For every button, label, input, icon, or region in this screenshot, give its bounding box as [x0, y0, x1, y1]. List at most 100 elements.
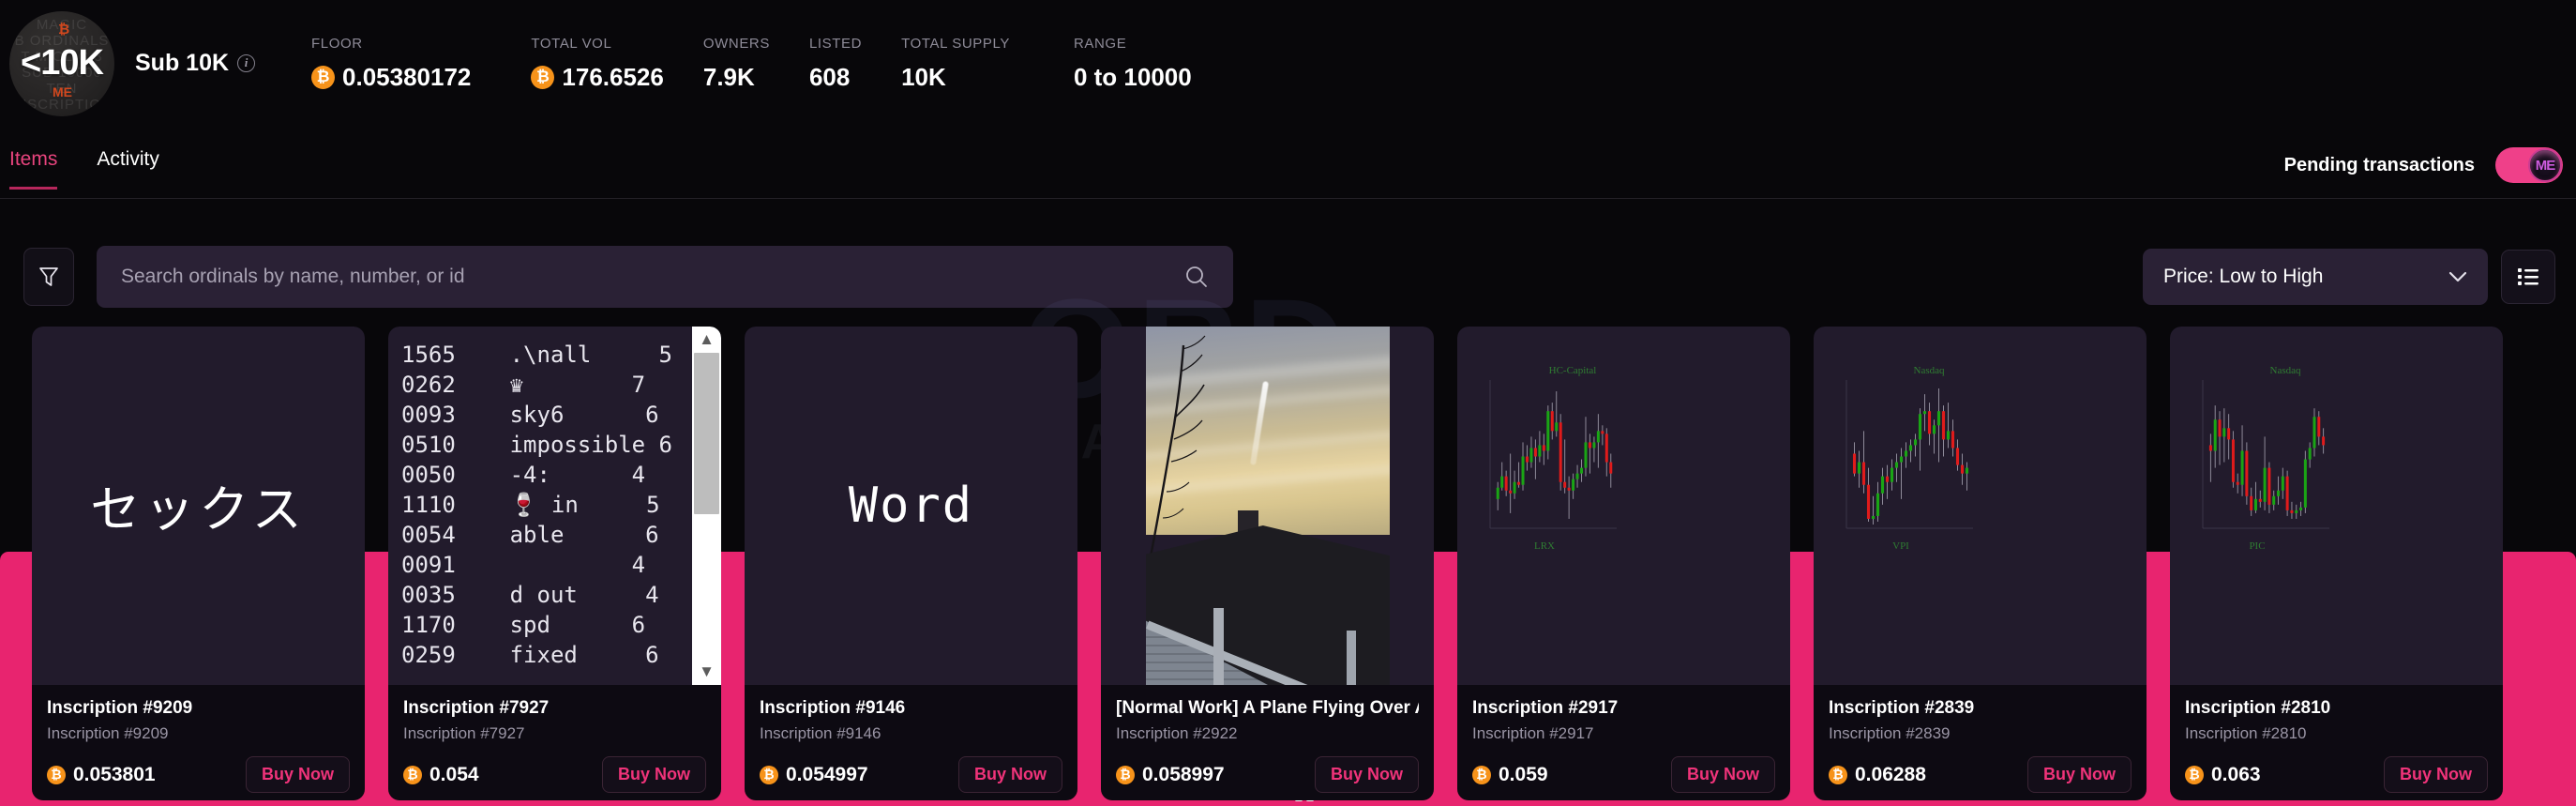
tab-items[interactable]: Items: [9, 131, 58, 190]
inscription-text: Word: [848, 478, 974, 534]
card-media: Nasdaq PIC: [2170, 327, 2503, 685]
buy-now-button[interactable]: Buy Now: [601, 756, 706, 793]
toggle-knob: ME: [2528, 148, 2562, 182]
item-grid: セックス Inscription #9209 Inscription #9209…: [0, 327, 2576, 806]
magic-eden-logo-icon: ME: [2535, 157, 2555, 174]
card-info: Inscription #7927 Inscription #7927 ₿ 0.…: [388, 685, 721, 800]
candlestick-chart: Nasdaq PIC: [2202, 365, 2329, 552]
card-media: セックス: [32, 327, 365, 685]
search-input[interactable]: [121, 266, 1184, 288]
tab-bar: Items Activity Pending transactions ME: [0, 131, 2576, 199]
stat-total-supply: TOTAL SUPPLY 10K: [901, 36, 1010, 92]
buy-now-button[interactable]: Buy Now: [1670, 756, 1775, 793]
stat-value: ₿ 0.05380172: [311, 63, 471, 92]
card-subtitle: Inscription #2839: [1829, 724, 1951, 742]
svg-text:Nasdaq: Nasdaq: [1914, 365, 1945, 376]
svg-text:HC-Capital: HC-Capital: [1549, 365, 1597, 376]
price-value: 0.054: [429, 763, 479, 785]
stat-number: 176.6526: [562, 62, 664, 91]
price-value: 0.053801: [73, 763, 156, 785]
list-view-button[interactable]: [2501, 250, 2555, 304]
card-info: [Normal Work] A Plane Flying Over A Insc…: [1101, 685, 1434, 800]
sort-dropdown[interactable]: Price: Low to High: [2143, 249, 2488, 305]
scroll-up-arrow-icon[interactable]: ▲: [699, 330, 715, 349]
card-bottom: ₿ 0.063 Buy Now: [2185, 756, 2488, 793]
card-price: ₿ 0.054997: [760, 764, 868, 786]
card-info: Inscription #9146 Inscription #9146 ₿ 0.…: [745, 685, 1077, 800]
card-media: Word: [745, 327, 1077, 685]
buy-now-button[interactable]: Buy Now: [957, 756, 1062, 793]
text-document-scrollbar[interactable]: ▲ ▼: [692, 327, 721, 685]
pending-transactions-group: Pending transactions ME: [2284, 131, 2563, 183]
item-card[interactable]: Nasdaq VPI Inscription #2839 Inscription …: [1814, 327, 2147, 800]
stat-listed: LISTED 608: [809, 36, 862, 92]
chevron-down-icon: [2448, 271, 2467, 282]
card-subtitle: Inscription #2922: [1116, 724, 1238, 742]
card-info: Inscription #2917 Inscription #2917 ₿ 0.…: [1457, 685, 1790, 800]
stat-label: TOTAL SUPPLY: [901, 35, 1010, 52]
bitcoin-icon: ₿: [1829, 765, 1847, 784]
magic-eden-glyph-icon: ME: [53, 84, 72, 99]
search-box[interactable]: [97, 246, 1233, 308]
buy-now-button[interactable]: Buy Now: [245, 756, 350, 793]
search-icon[interactable]: [1184, 265, 1209, 289]
filter-funnel-icon: [39, 267, 58, 286]
toolbar: Price: Low to High: [0, 225, 2576, 806]
svg-text:PIC: PIC: [2249, 540, 2265, 552]
collection-header: MAGIC B ORDINALS T M OLIC 3 SUB 10000 TE…: [0, 0, 2576, 127]
card-price: ₿ 0.054: [403, 764, 479, 786]
svg-text:LRX: LRX: [1534, 540, 1555, 552]
avatar[interactable]: MAGIC B ORDINALS T M OLIC 3 SUB 10000 TE…: [9, 10, 114, 116]
price-value: 0.059: [1499, 763, 1548, 785]
item-card[interactable]: セックス Inscription #9209 Inscription #9209…: [32, 327, 365, 800]
card-title: Inscription #9209: [47, 698, 193, 718]
scroll-down-arrow-icon[interactable]: ▼: [699, 662, 715, 681]
photo-tree-branch-icon: [1148, 335, 1206, 561]
card-bottom: ₿ 0.059 Buy Now: [1472, 756, 1775, 793]
card-bottom: ₿ 0.06288 Buy Now: [1829, 756, 2132, 793]
buy-now-button[interactable]: Buy Now: [1314, 756, 1419, 793]
pending-transactions-toggle[interactable]: ME: [2495, 147, 2563, 183]
stat-label: LISTED: [808, 35, 863, 52]
card-title: [Normal Work] A Plane Flying Over A: [1116, 698, 1419, 718]
stat-value: 0 to 10000: [1073, 62, 1192, 91]
bitcoin-icon: ₿: [47, 765, 66, 784]
tab-activity[interactable]: Activity: [97, 131, 159, 190]
card-title: Inscription #2917: [1472, 698, 1619, 718]
item-card[interactable]: Nasdaq PIC Inscription #2810 Inscription …: [2170, 327, 2503, 800]
buy-now-button[interactable]: Buy Now: [2026, 756, 2132, 793]
bitcoin-glyph-icon: ₿: [58, 21, 70, 38]
collection-stats: FLOOR ₿ 0.05380172 TOTAL VOL ₿ 176.6526 …: [311, 36, 1192, 92]
card-subtitle: Inscription #2810: [2185, 724, 2307, 742]
toolbar-right-controls: Price: Low to High: [0, 249, 2576, 806]
card-info: Inscription #9209 Inscription #9209 ₿ 0.…: [32, 685, 365, 800]
card-price: ₿ 0.058997: [1116, 764, 1225, 786]
item-card[interactable]: HC-Capital LRX Inscription #2917 Inscript…: [1457, 327, 1790, 800]
item-card[interactable]: [Normal Work] A Plane Flying Over A Insc…: [1101, 327, 1434, 800]
sort-selected-value: Price: Low to High: [2163, 266, 2324, 287]
item-card[interactable]: Word Inscription #9146 Inscription #9146…: [745, 327, 1077, 800]
stat-value: 10K: [901, 62, 946, 91]
buy-now-button[interactable]: Buy Now: [2383, 756, 2488, 793]
card-media: 1565 .\nall 5 0262 ♛ 7 0093 sky6 6 0510 …: [388, 327, 721, 685]
page-title: Sub 10K: [135, 50, 230, 76]
card-subtitle: Inscription #9209: [47, 724, 169, 742]
stat-label: TOTAL VOL: [531, 35, 612, 52]
stat-label: OWNERS: [702, 35, 770, 52]
filter-button[interactable]: [23, 248, 74, 306]
photo-post: [1347, 631, 1356, 685]
scrollbar-thumb[interactable]: [694, 353, 719, 514]
card-subtitle: Inscription #9146: [760, 724, 881, 742]
info-icon[interactable]: i: [237, 54, 256, 72]
bitcoin-icon: ₿: [311, 65, 336, 89]
stat-floor: FLOOR ₿ 0.05380172: [311, 36, 471, 92]
bitcoin-icon: ₿: [1116, 765, 1135, 784]
inscription-photo: [1146, 327, 1390, 685]
bitcoin-icon: ₿: [531, 65, 555, 89]
card-title: Inscription #2810: [2185, 698, 2331, 718]
card-title: Inscription #9146: [760, 698, 906, 718]
card-bottom: ₿ 0.054 Buy Now: [403, 756, 706, 793]
bitcoin-icon: ₿: [2185, 765, 2204, 784]
card-price: ₿ 0.053801: [47, 764, 156, 786]
item-card[interactable]: 1565 .\nall 5 0262 ♛ 7 0093 sky6 6 0510 …: [388, 327, 721, 800]
